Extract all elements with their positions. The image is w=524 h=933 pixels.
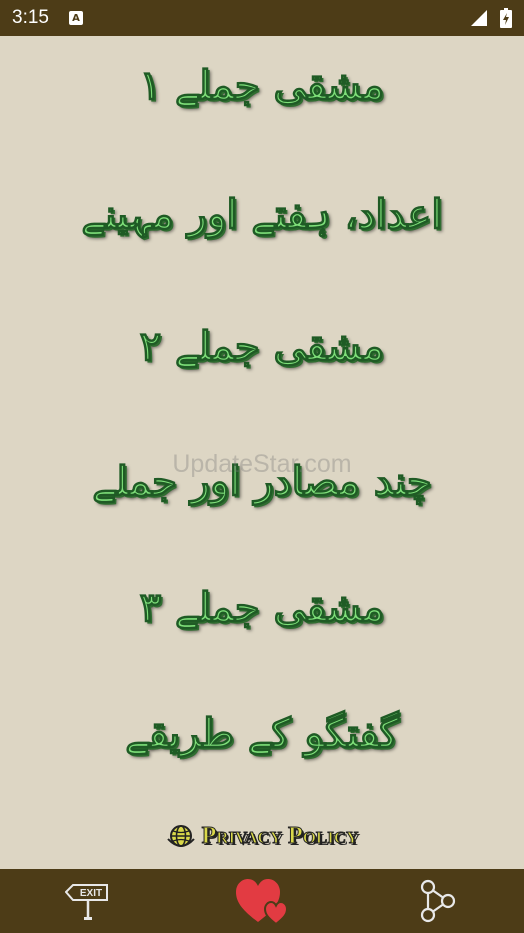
status-bar: 3:15 A — [0, 0, 524, 36]
main-content: مشقی جملے ۱ اعداد، ہفتے اور مہینے مشقی ج… — [0, 36, 524, 869]
menu-item-conversation-methods[interactable]: گفتگو کے طریقے — [0, 709, 524, 757]
signal-icon — [471, 10, 487, 26]
bottom-bar: EXIT — [0, 869, 524, 933]
menu-item-numbers-weeks-months[interactable]: اعداد، ہفتے اور مہینے — [0, 190, 524, 238]
status-time: 3:15 — [12, 7, 49, 28]
battery-icon — [500, 8, 512, 28]
status-icons — [470, 8, 512, 28]
watermark: UpdateStar.com — [172, 450, 352, 478]
menu-item-practice-sentences-3[interactable]: مشقی جملے ۳ — [0, 583, 524, 631]
menu-item-practice-sentences-2[interactable]: مشقی جملے ۲ — [0, 322, 524, 370]
notification-icon: A — [68, 11, 83, 25]
exit-label: EXIT — [80, 888, 102, 899]
privacy-policy-label: Privacy Policy — [201, 822, 359, 849]
hearts-icon — [235, 879, 288, 926]
privacy-policy-link[interactable]: Privacy Policy — [0, 816, 524, 856]
exit-button[interactable]: EXIT — [57, 873, 117, 929]
globe-icon — [166, 825, 195, 847]
share-button[interactable] — [407, 873, 467, 929]
rate-app-button[interactable] — [232, 873, 292, 929]
menu-item-practice-sentences-1[interactable]: مشقی جملے ۱ — [0, 61, 524, 109]
exit-sign-icon: EXIT — [65, 884, 109, 920]
share-icon — [420, 879, 455, 923]
